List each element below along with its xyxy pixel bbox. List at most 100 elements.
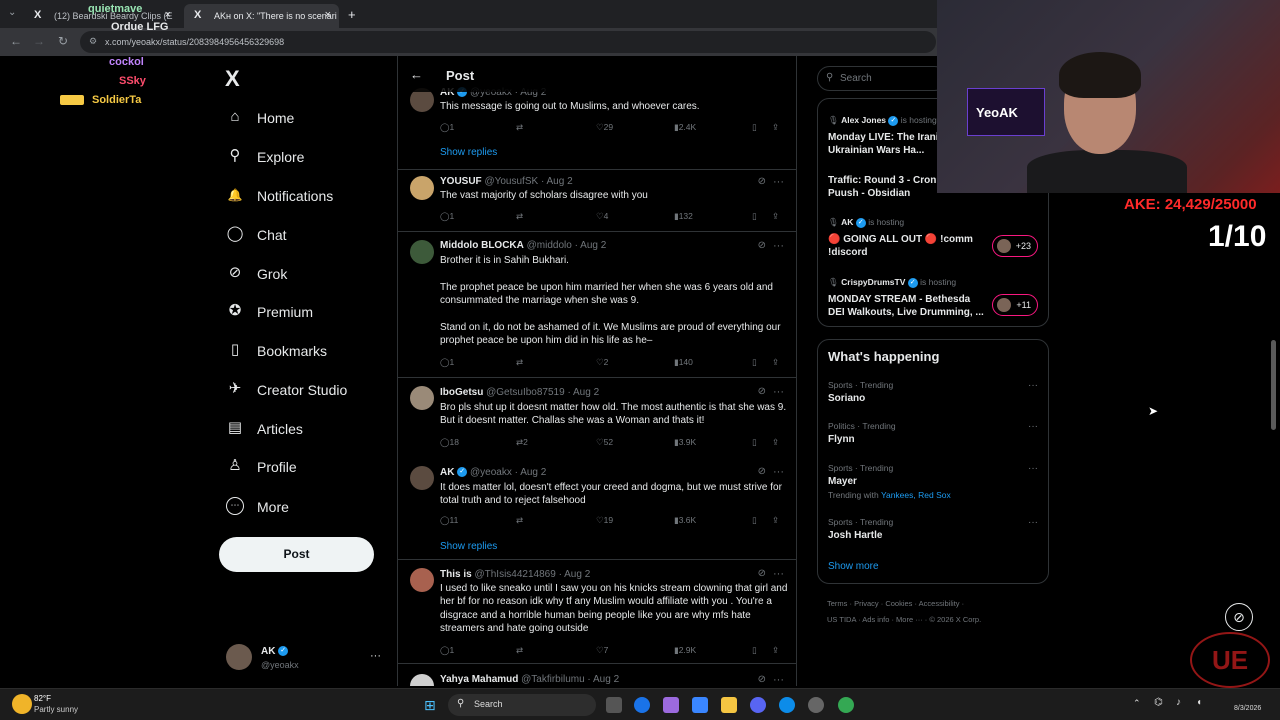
- obs-icon[interactable]: [808, 697, 824, 713]
- more-icon[interactable]: ···: [1028, 380, 1038, 391]
- reply-button[interactable]: ◯ 11: [440, 515, 458, 526]
- back-icon[interactable]: ←: [10, 34, 22, 48]
- like-button[interactable]: ♡ 4: [596, 211, 608, 222]
- reply-button[interactable]: ◯ 18: [440, 437, 459, 448]
- windows-start-icon[interactable]: ⊞: [424, 697, 440, 713]
- grok-icon[interactable]: ⊘: [758, 466, 766, 477]
- edge-icon[interactable]: [779, 697, 795, 713]
- bookmark-icon[interactable]: ▯: [752, 645, 757, 656]
- trend-item[interactable]: Sports · Trending Soriano ···: [828, 380, 1038, 404]
- sidebar-item-articles[interactable]: ▤ Articles: [226, 417, 406, 447]
- sidebar-item-explore[interactable]: ⚲ Explore: [226, 145, 406, 175]
- more-icon[interactable]: ···: [773, 386, 784, 398]
- more-icon[interactable]: ···: [773, 466, 784, 478]
- share-icon[interactable]: ⇪: [772, 437, 779, 448]
- sidebar-item-creator-studio[interactable]: ✈ Creator Studio: [226, 378, 406, 408]
- sidebar-item-grok[interactable]: ⊘ Grok: [226, 262, 406, 292]
- tab-x-post[interactable]: X AKʜ on X: "There is no scenari ×: [184, 4, 339, 28]
- reply-button[interactable]: ◯ 1: [440, 122, 454, 133]
- weather-icon[interactable]: [12, 694, 32, 714]
- copilot-icon[interactable]: [663, 697, 679, 713]
- url-field[interactable]: ⚙ x.com/yeoakx/status/208398495645632969…: [80, 31, 936, 53]
- reply-button[interactable]: ◯ 1: [440, 357, 454, 368]
- grok-icon[interactable]: ⊘: [758, 674, 766, 685]
- reply-button[interactable]: ◯ 1: [440, 211, 454, 222]
- space-title[interactable]: 🔴 GOING ALL OUT 🔴 !comm !discord: [828, 234, 988, 259]
- grok-icon[interactable]: ⊘: [758, 240, 766, 251]
- space-title[interactable]: MONDAY STREAM - Bethesda DEI Walkouts, L…: [828, 294, 988, 319]
- avatar[interactable]: [410, 176, 434, 200]
- bookmark-icon[interactable]: ▯: [752, 122, 757, 133]
- like-button[interactable]: ♡ 52: [596, 437, 613, 448]
- more-icon[interactable]: ···: [1028, 421, 1038, 432]
- like-button[interactable]: ♡ 19: [596, 515, 613, 526]
- views-button[interactable]: ▮ 3.6K: [674, 515, 696, 526]
- task-view-icon[interactable]: [606, 697, 622, 713]
- back-icon[interactable]: ←: [410, 67, 423, 82]
- sidebar-item-home[interactable]: ⌂ Home: [226, 106, 406, 136]
- forward-icon[interactable]: →: [33, 34, 45, 48]
- clock-date[interactable]: 8/3/2026: [1234, 705, 1261, 712]
- reply-tweet[interactable]: AK ✓ @yeoakx · Aug 2 This message is goi…: [398, 80, 796, 170]
- chrome-icon[interactable]: [634, 697, 650, 713]
- avatar[interactable]: [410, 568, 434, 592]
- share-icon[interactable]: ⇪: [772, 357, 779, 368]
- site-info-icon[interactable]: ⚙: [89, 36, 97, 47]
- weather-desc[interactable]: Partly sunny: [34, 705, 78, 714]
- share-icon[interactable]: ⇪: [772, 211, 779, 222]
- folder-icon[interactable]: [721, 697, 737, 713]
- weather-temp[interactable]: 82°F: [34, 694, 51, 703]
- retweet-button[interactable]: ⇄: [516, 645, 523, 656]
- sidebar-item-profile[interactable]: ♙ Profile: [226, 455, 406, 485]
- sidebar-item-more[interactable]: ⋯ More: [226, 495, 406, 525]
- bookmark-icon[interactable]: ▯: [752, 211, 757, 222]
- trend-item[interactable]: Politics · Trending Flynn ···: [828, 421, 1038, 445]
- views-button[interactable]: ▮ 3.9K: [674, 437, 696, 448]
- more-icon[interactable]: ···: [1028, 517, 1038, 528]
- network-icon[interactable]: ⌬: [1154, 697, 1163, 708]
- grok-icon[interactable]: ⊘: [758, 386, 766, 397]
- reply-button[interactable]: ◯ 1: [440, 645, 454, 656]
- reply-tweet[interactable]: ··· ⊘ This is @ThIsis44214869 · Aug 2 I …: [398, 560, 796, 664]
- space-listeners[interactable]: +23: [992, 235, 1038, 257]
- retweet-button[interactable]: ⇄: [516, 122, 523, 133]
- bookmark-icon[interactable]: ▯: [752, 437, 757, 448]
- show-more-link[interactable]: Show more: [828, 561, 879, 572]
- show-replies-link[interactable]: Show replies: [440, 147, 497, 158]
- reply-tweet[interactable]: ··· ⊘ AK ✓ @yeoakx · Aug 2 It does matte…: [398, 458, 796, 560]
- avatar[interactable]: [410, 466, 434, 490]
- more-icon[interactable]: ···: [1028, 463, 1038, 474]
- more-icon[interactable]: ···: [773, 674, 784, 686]
- sidebar-item-notifications[interactable]: 🔔 Notifications: [226, 184, 406, 214]
- views-button[interactable]: ▮ 132: [674, 211, 693, 222]
- retweet-button[interactable]: ⇄: [516, 357, 523, 368]
- taskbar-search[interactable]: ⚲ Search: [448, 694, 596, 716]
- space-listeners[interactable]: +11: [992, 294, 1038, 316]
- chevron-up-icon[interactable]: ⌃: [1133, 698, 1141, 709]
- search-input[interactable]: ⚲ Search: [817, 66, 947, 91]
- reload-icon[interactable]: ↻: [58, 34, 68, 48]
- reply-tweet[interactable]: ··· ⊘ YOUSUF @YousufSK · Aug 2 The vast …: [398, 170, 796, 232]
- avatar[interactable]: [410, 240, 434, 264]
- sidebar-item-chat[interactable]: ◯ Chat: [226, 223, 406, 253]
- views-button[interactable]: ▮ 140: [674, 357, 693, 368]
- account-switcher[interactable]: AK ✓ @yeoakx ···: [226, 642, 386, 678]
- like-button[interactable]: ♡ 29: [596, 122, 613, 133]
- grok-icon[interactable]: ⊘: [1225, 603, 1253, 631]
- more-icon[interactable]: ···: [773, 240, 784, 252]
- trend-item[interactable]: Sports · Trending Josh Hartle ···: [828, 517, 1038, 541]
- reply-tweet[interactable]: ··· ⊘ Middolo BLOCKA @middolo · Aug 2 Br…: [398, 232, 796, 378]
- more-icon[interactable]: ···: [773, 568, 784, 580]
- footer-links-2[interactable]: US TIDA · Ads info · More ··· · © 2026 X…: [827, 615, 981, 624]
- sidebar-item-bookmarks[interactable]: ▯ Bookmarks: [226, 339, 406, 369]
- retweet-button[interactable]: ⇄ 2: [516, 437, 528, 448]
- retweet-button[interactable]: ⇄: [516, 211, 523, 222]
- bookmark-icon[interactable]: ▯: [752, 515, 757, 526]
- more-icon[interactable]: ···: [370, 650, 381, 662]
- x-logo-icon[interactable]: X: [225, 66, 240, 92]
- share-icon[interactable]: ⇪: [772, 515, 779, 526]
- reply-tweet[interactable]: ··· ⊘ IboGetsu @GetsuIbo87519 · Aug 2 Br…: [398, 378, 796, 458]
- more-icon[interactable]: ···: [773, 176, 784, 188]
- new-tab-button[interactable]: +: [348, 7, 356, 22]
- like-button[interactable]: ♡ 2: [596, 357, 608, 368]
